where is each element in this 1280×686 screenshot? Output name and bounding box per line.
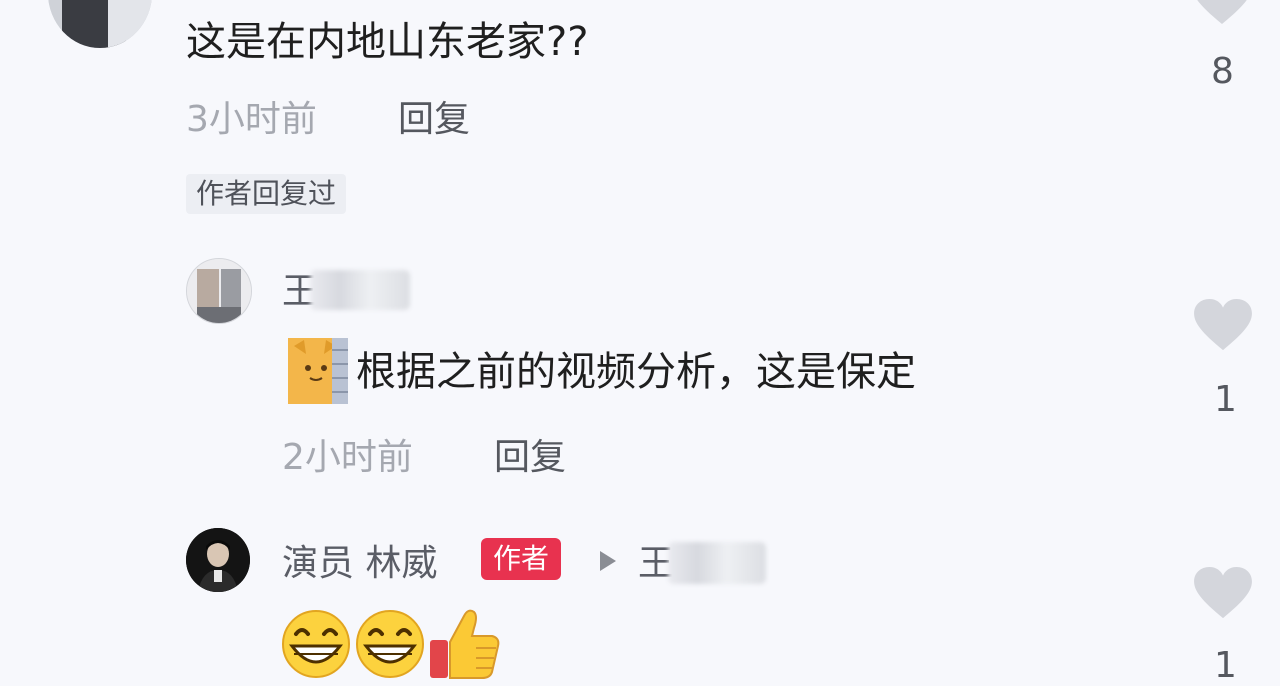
reply-button[interactable]: 回复 [494,440,566,476]
reply-button[interactable]: 回复 [398,102,470,138]
blurred-username [310,270,410,310]
author-replied-badge: 作者回复过 [186,174,347,214]
avatar-author[interactable] [186,528,250,592]
author-badge: 作者 [481,538,562,580]
grin-emoji-icon [280,608,352,680]
comment-text: 这是在内地山东老家?? [186,19,589,65]
comment-text: 根据之前的视频分析，这是保定 [356,349,916,395]
heart-icon [1194,566,1252,619]
heart-icon [1197,0,1247,24]
like-button[interactable] [1190,0,1254,26]
avatar-commenter-2[interactable] [186,258,252,324]
like-button[interactable] [1192,566,1254,620]
avatar-commenter-1[interactable] [48,0,152,48]
play-triangle-icon [598,550,618,572]
comment-timestamp: 3小时前 [186,99,317,140]
username[interactable]: 演员 林威 [282,546,437,582]
avatar-image [48,0,152,48]
thumbs-up-emoji-icon [428,606,502,682]
like-count: 1 [1214,379,1237,420]
avatar-image [187,259,251,323]
like-count: 1 [1214,645,1237,686]
blurred-username [668,542,766,584]
avatar-image [186,528,250,592]
comment-timestamp: 2小时前 [282,437,413,478]
like-count: 8 [1211,51,1234,92]
grin-emoji-icon [354,608,426,680]
like-button[interactable] [1192,298,1254,352]
heart-icon [1194,298,1252,351]
cat-sticker-icon [288,338,348,404]
